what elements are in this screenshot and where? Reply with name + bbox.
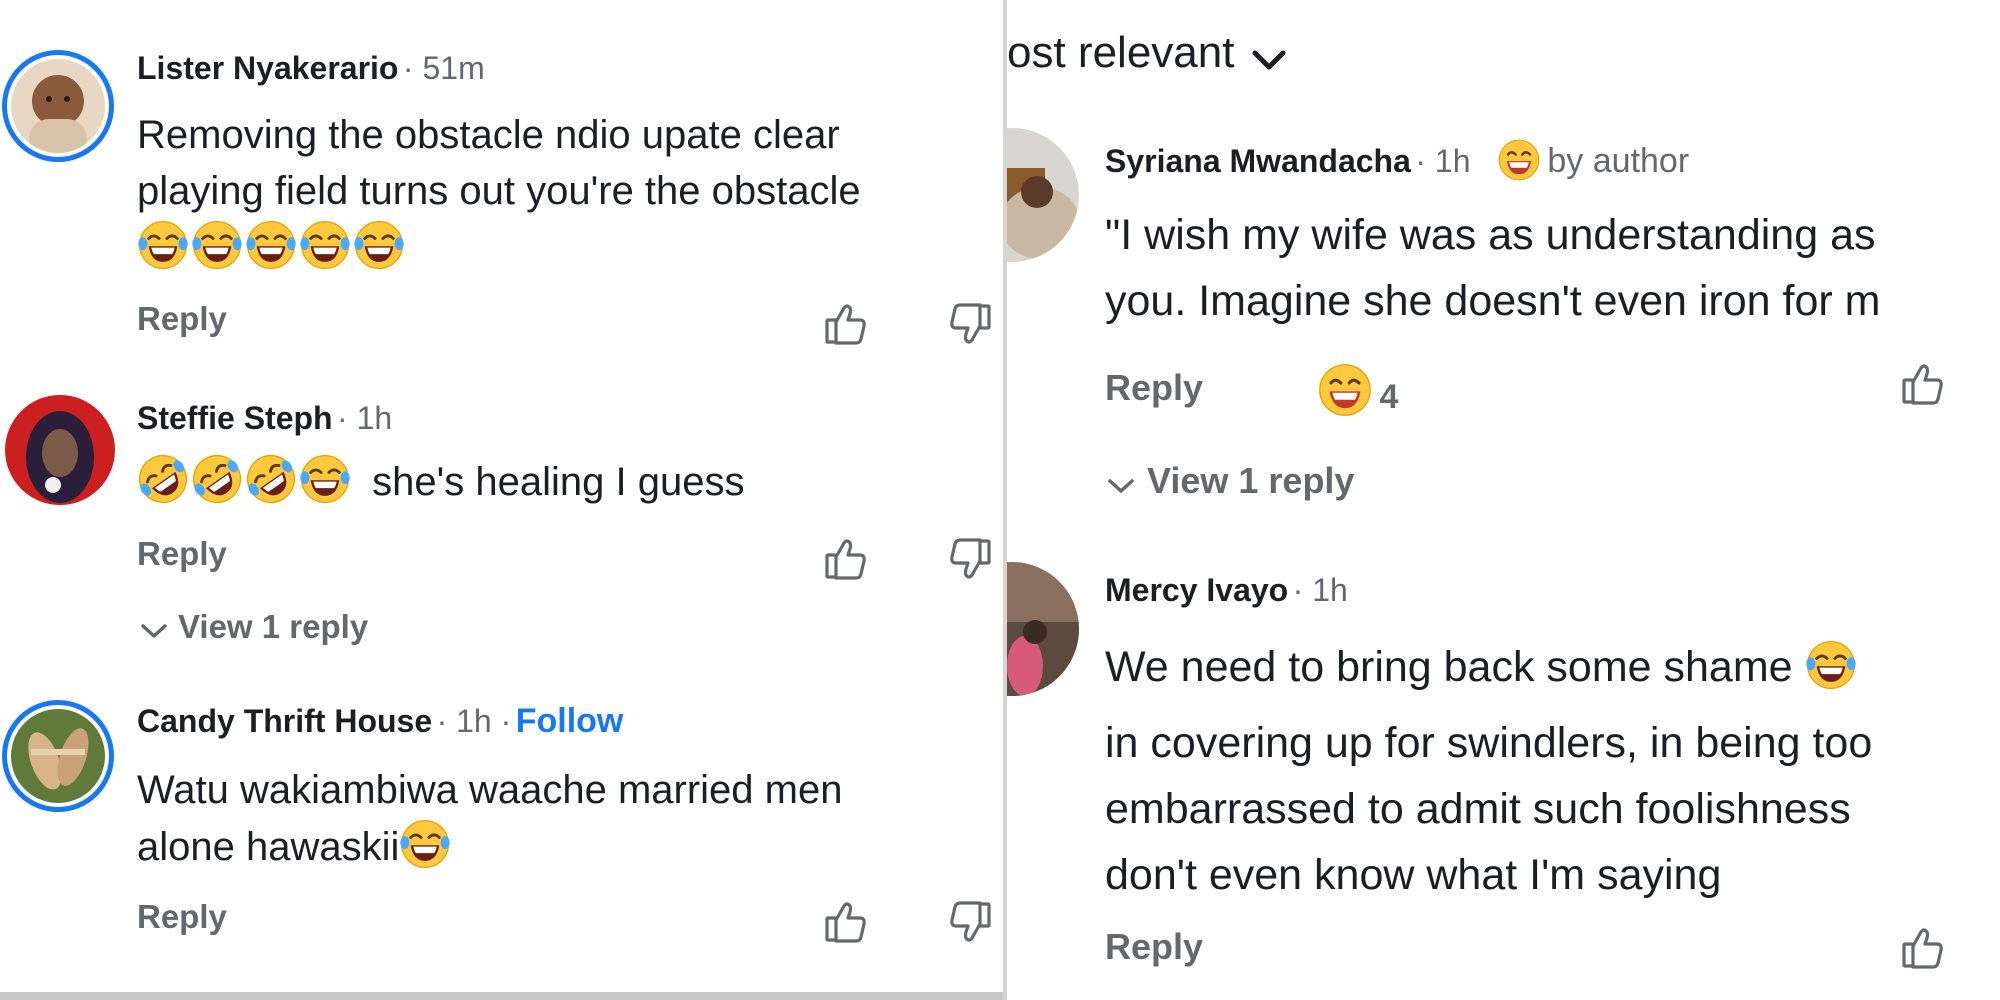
- laughing-tears-emoji: [1805, 639, 1857, 710]
- thumbs-down-icon[interactable]: [945, 535, 993, 583]
- timestamp: · 51m: [402, 50, 485, 86]
- left-comments-panel: Lister Nyakerario · 51m Removing the obs…: [0, 0, 1003, 1000]
- timestamp: · 1h: [1292, 572, 1348, 608]
- avatar[interactable]: [5, 395, 115, 505]
- emoji-row: [137, 219, 861, 281]
- rolling-laughing-emoji: [137, 453, 189, 520]
- reply-button[interactable]: Reply: [137, 535, 227, 573]
- chevron-down-icon: [140, 622, 168, 645]
- view-replies-label[interactable]: View 1 reply: [1147, 460, 1354, 501]
- laughing-tears-emoji: [353, 219, 405, 286]
- follow-button[interactable]: Follow: [516, 702, 624, 740]
- thumbs-up-icon[interactable]: [1900, 924, 1948, 972]
- reply-button[interactable]: Reply: [137, 300, 227, 338]
- reply-button[interactable]: Reply: [1105, 367, 1203, 409]
- laughing-tears-emoji: [137, 219, 189, 286]
- author-name[interactable]: Steffie Steph: [137, 400, 333, 436]
- view-replies[interactable]: View 1 reply: [140, 608, 368, 646]
- reaction-summary[interactable]: 4: [1317, 362, 1398, 423]
- comment-text-line: you. Imagine she doesn't even iron for m: [1105, 277, 1881, 325]
- laughing-tears-emoji: [245, 219, 297, 286]
- reply-button[interactable]: Reply: [137, 898, 227, 936]
- rolling-laughing-emoji: [191, 453, 243, 520]
- grinning-sweat-emoji: [1317, 362, 1373, 423]
- chevron-down-icon: [1251, 48, 1287, 77]
- laughing-tears-emoji: [299, 219, 351, 286]
- avatar[interactable]: [1007, 562, 1079, 696]
- author-name[interactable]: Candy Thrift House: [137, 703, 432, 739]
- view-replies-label[interactable]: View 1 reply: [178, 608, 368, 645]
- timestamp: · 1h: [337, 400, 393, 436]
- timestamp: · 1h ·: [436, 703, 512, 739]
- comment-text: We need to bring back some shame in cove…: [1105, 634, 1872, 908]
- comment-text-line: "I wish my wife was as understanding as: [1105, 211, 1876, 259]
- reaction-count: 4: [1379, 378, 1399, 416]
- bottom-edge-bar: [0, 992, 1003, 1000]
- comment-text-line: alone hawaskii: [137, 825, 400, 869]
- comment-text-line: Watu wakiambiwa waache married men: [137, 768, 843, 812]
- laughing-tears-emoji: [399, 818, 451, 885]
- avatar[interactable]: [2, 700, 114, 812]
- laughing-tears-emoji: [299, 453, 351, 520]
- timestamp: · 1h: [1415, 143, 1471, 179]
- sort-label[interactable]: ost relevant: [1007, 28, 1234, 77]
- author-name[interactable]: Lister Nyakerario: [137, 50, 398, 86]
- comment-text-line: she's healing I guess: [372, 460, 745, 504]
- comment-text: Removing the obstacle ndio upate clear p…: [137, 107, 861, 281]
- author-name[interactable]: Syriana Mwandacha: [1105, 143, 1411, 179]
- thumbs-up-icon[interactable]: [823, 535, 871, 583]
- right-comments-panel: ost relevant Syriana Mwandacha · 1h by a…: [1007, 0, 2000, 1000]
- comment-text-line: embarrassed to admit such foolishness: [1105, 785, 1851, 833]
- thumbs-up-icon[interactable]: [823, 300, 871, 348]
- chevron-down-icon: [1107, 477, 1135, 500]
- thumbs-down-icon[interactable]: [945, 898, 993, 946]
- thumbs-up-icon[interactable]: [823, 898, 871, 946]
- comment-text: Watu wakiambiwa waache married men alone…: [137, 762, 842, 885]
- thumbs-down-icon[interactable]: [945, 300, 993, 348]
- grinning-sweat-emoji: [1497, 138, 1541, 187]
- comment-text-line: don't even know what I'm saying: [1105, 851, 1722, 899]
- comment-text-line: We need to bring back some shame: [1105, 643, 1793, 691]
- rolling-laughing-emoji: [245, 453, 297, 520]
- view-replies[interactable]: View 1 reply: [1107, 460, 1354, 502]
- thumbs-up-icon[interactable]: [1900, 360, 1948, 408]
- author-badge: by author: [1547, 142, 1690, 180]
- comment-text-line: playing field turns out you're the obsta…: [137, 169, 861, 213]
- comment-text: she's healing I guess: [137, 453, 744, 520]
- comment-text-line: Removing the obstacle ndio upate clear: [137, 113, 840, 157]
- author-name[interactable]: Mercy Ivayo: [1105, 572, 1288, 608]
- comment-text: "I wish my wife was as understanding as …: [1105, 202, 1880, 334]
- reply-button[interactable]: Reply: [1105, 926, 1203, 968]
- avatar[interactable]: [2, 50, 114, 162]
- avatar[interactable]: [1007, 128, 1079, 262]
- sort-dropdown[interactable]: ost relevant: [1007, 28, 1287, 78]
- comment-text-line: in covering up for swindlers, in being t…: [1105, 719, 1873, 767]
- laughing-tears-emoji: [191, 219, 243, 286]
